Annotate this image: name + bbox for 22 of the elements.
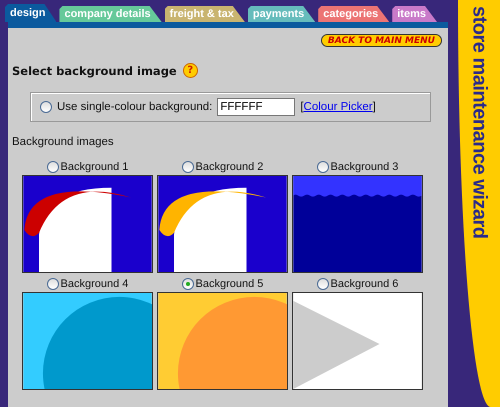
bracket: ] xyxy=(372,101,376,113)
tab[interactable]: freight & tax xyxy=(164,6,245,22)
radio-label: Use single-colour background: xyxy=(57,101,212,113)
radio-label: Background 6 xyxy=(330,278,398,290)
radio-label: Background 3 xyxy=(330,161,398,173)
tab[interactable]: company details xyxy=(59,6,162,22)
back-to-main-menu-button[interactable]: BACK TO MAIN MENU xyxy=(320,34,442,47)
radio-label: Background 5 xyxy=(196,278,264,290)
tab[interactable]: categories xyxy=(318,6,390,22)
tab[interactable]: payments xyxy=(248,6,316,22)
bracket: [ xyxy=(300,101,304,113)
help-icon[interactable]: ? xyxy=(182,63,198,78)
colour-picker-link[interactable]: Colour Picker xyxy=(304,101,373,113)
radio-label: Background 4 xyxy=(60,278,128,290)
colour-input-field[interactable]: FFFFFF xyxy=(217,98,296,116)
tab[interactable]: design xyxy=(5,4,56,22)
section-heading: Background images xyxy=(12,136,115,148)
banner-title: store maintenance wizard xyxy=(468,6,490,239)
section-title: Select background image xyxy=(12,64,177,78)
radio-label: Background 2 xyxy=(196,161,264,173)
tab[interactable]: items xyxy=(392,6,437,22)
radio-label: Background 1 xyxy=(60,161,128,173)
